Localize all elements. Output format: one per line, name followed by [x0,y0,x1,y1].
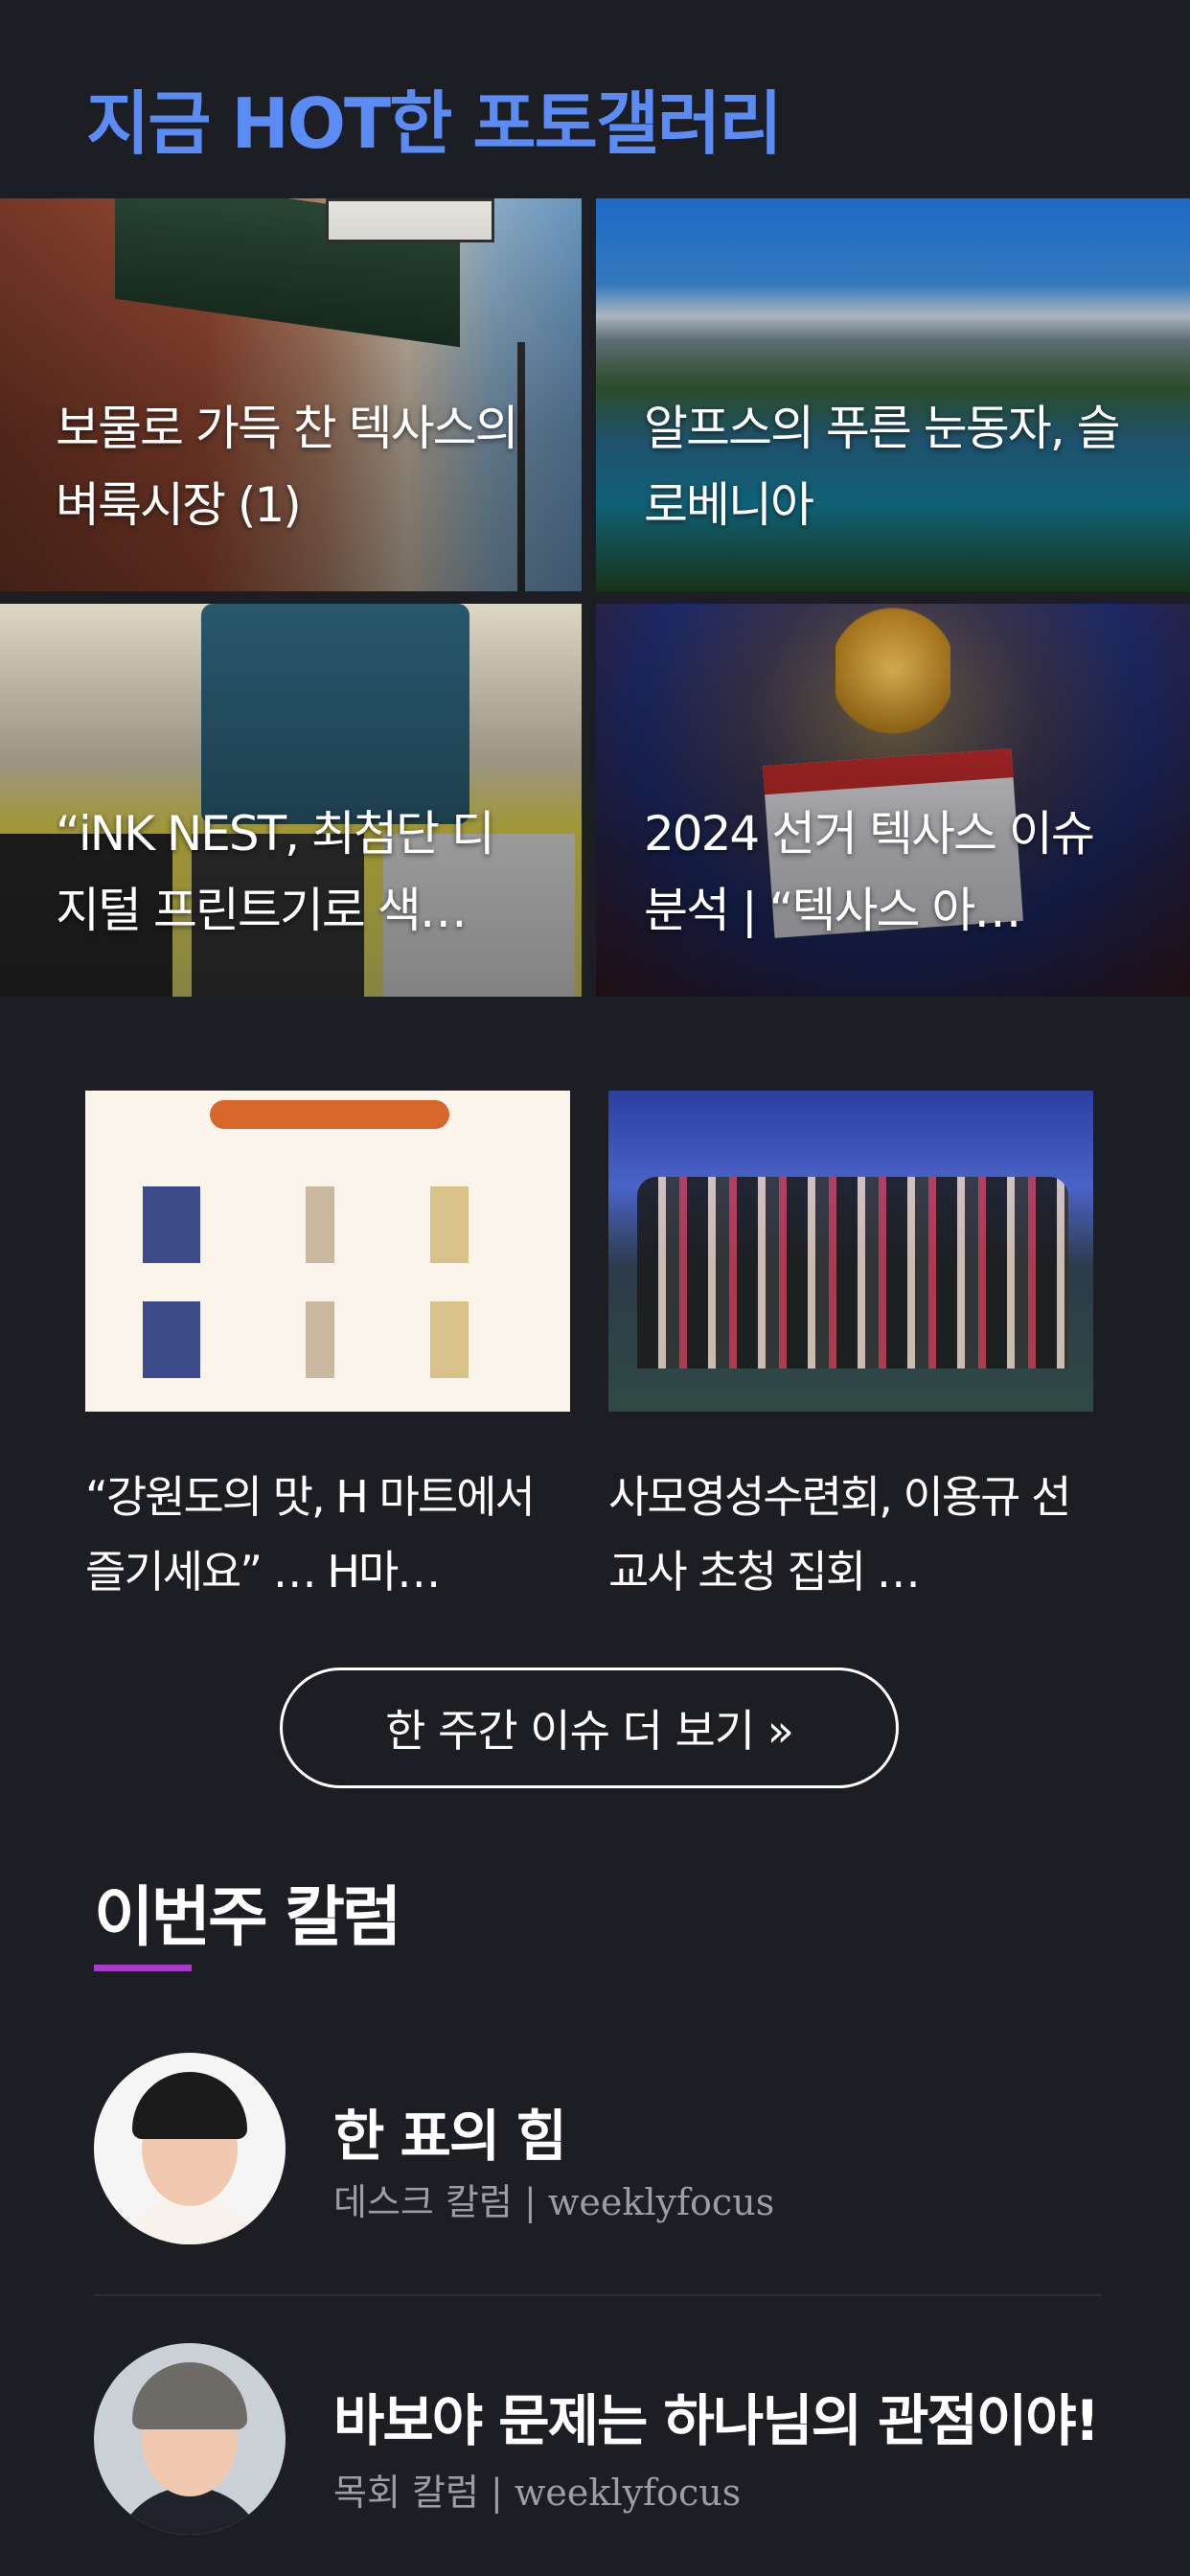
column-item-title: 바보야 문제는 하나님의 관점이야! [333,2388,1100,2453]
gallery-tile-texas-market[interactable]: 보물로 가득 찬 텍사스의 벼룩시장 (1) [0,198,582,591]
issue-card-title: 사모영성수련회, 이용규 선교사 초청 집회 … [608,1471,1071,1598]
column-item-meta: 데스크 칼럼 | weeklyfocus [333,2181,775,2223]
gallery-title: 지금 HOT한 포토갤러리 [86,83,783,164]
gallery-tile-caption: 2024 선거 텍사스 이슈 분석 | “텍사스 아… [644,806,1095,938]
issue-card-thumbnail [608,1091,1093,1412]
column-divider [94,2294,1102,2296]
avatar [94,2053,286,2244]
column-item[interactable]: 바보야 문제는 하나님의 관점이야! 목회 칼럼 | weeklyfocus [0,2343,1190,2544]
gallery-tile-ink-nest[interactable]: “iNK NEST, 최첨단 디지털 프린트기로 색… [0,604,582,997]
columns-section-title: 이번주 칼럼 [94,1880,401,1956]
issue-card-retreat[interactable]: 사모영성수련회, 이용규 선교사 초청 집회 … [608,1091,1093,1609]
more-issues-button[interactable]: 한 주간 이슈 더 보기 » [280,1668,899,1788]
issue-card-thumbnail [85,1091,570,1412]
gallery-tile-election[interactable]: 2024 선거 텍사스 이슈 분석 | “텍사스 아… [596,604,1190,997]
column-item-title: 한 표의 힘 [333,2104,567,2169]
avatar [94,2343,286,2535]
column-item[interactable]: 한 표의 힘 데스크 칼럼 | weeklyfocus [0,2053,1190,2254]
gallery-tile-slovenia[interactable]: 알프스의 푸른 눈동자, 슬로베니아 [596,198,1190,591]
gallery-tile-caption: 보물로 가득 찬 텍사스의 벼룩시장 (1) [56,401,519,533]
gallery-tile-caption: 알프스의 푸른 눈동자, 슬로베니아 [644,401,1121,533]
columns-title-underline [94,1965,192,1971]
issue-card-title: “강원도의 맛, H 마트에서 즐기세요” … H마… [85,1471,536,1598]
column-item-meta: 목회 칼럼 | weeklyfocus [333,2472,742,2514]
gallery-tile-caption: “iNK NEST, 최첨단 디지털 프린트기로 색… [56,806,495,938]
issue-card-hmart[interactable]: “강원도의 맛, H 마트에서 즐기세요” … H마… [85,1091,570,1609]
